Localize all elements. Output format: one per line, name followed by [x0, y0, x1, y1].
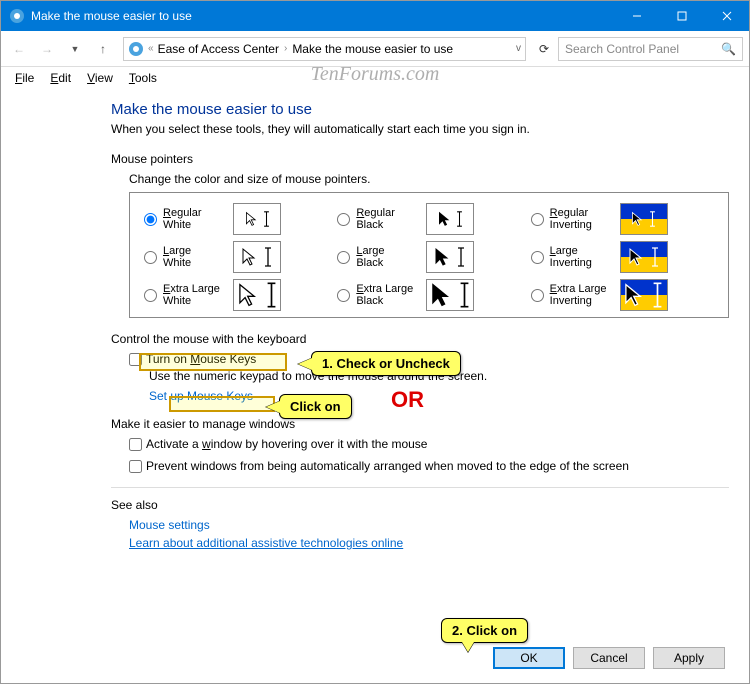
recent-dropdown[interactable]: ▼	[63, 37, 87, 61]
callout-check: 1. Check or Uncheck	[311, 351, 461, 376]
or-text: OR	[391, 387, 424, 413]
dialog-buttons: OK Cancel Apply	[493, 647, 725, 669]
pointer-option[interactable]: LargeWhite	[144, 241, 327, 273]
forward-button[interactable]: →	[35, 37, 59, 61]
pointer-preview	[233, 241, 281, 273]
maximize-button[interactable]	[659, 1, 704, 31]
apply-button[interactable]: Apply	[653, 647, 725, 669]
pointer-option[interactable]: Extra LargeBlack	[337, 279, 520, 311]
menubar: File Edit View Tools	[1, 67, 749, 89]
pointer-option[interactable]: RegularWhite	[144, 203, 327, 235]
window-title: Make the mouse easier to use	[31, 9, 614, 23]
mouse-settings-link[interactable]: Mouse settings	[129, 518, 729, 532]
pointer-preview	[426, 279, 474, 311]
pointer-preview	[426, 203, 474, 235]
pointer-radio[interactable]	[337, 251, 350, 264]
pointer-label: LargeInverting	[550, 245, 614, 269]
pointers-desc: Change the color and size of mouse point…	[129, 172, 729, 186]
pointer-option[interactable]: LargeInverting	[531, 241, 714, 273]
callout-ok: 2. Click on	[441, 618, 528, 643]
pointer-preview	[426, 241, 474, 273]
search-input[interactable]: Search Control Panel 🔍	[558, 37, 743, 61]
titlebar: Make the mouse easier to use	[1, 1, 749, 31]
pointer-radio[interactable]	[531, 289, 544, 302]
cancel-button[interactable]: Cancel	[573, 647, 645, 669]
prevent-arrange-checkbox[interactable]	[129, 460, 142, 473]
menu-view[interactable]: View	[81, 69, 119, 87]
search-icon[interactable]: 🔍	[721, 42, 736, 56]
pointer-preview	[233, 279, 281, 311]
pointer-radio[interactable]	[531, 213, 544, 226]
breadcrumb[interactable]: « Ease of Access Center › Make the mouse…	[123, 37, 526, 61]
content-area: Make the mouse easier to use When you se…	[1, 89, 749, 566]
close-button[interactable]	[704, 1, 749, 31]
pointer-label: RegularWhite	[163, 207, 227, 231]
pointer-label: Extra LargeInverting	[550, 283, 614, 307]
breadcrumb-b[interactable]: Make the mouse easier to use	[292, 42, 453, 56]
hover-activate-checkbox[interactable]	[129, 438, 142, 451]
pointer-preview	[233, 203, 281, 235]
pointer-preview	[620, 279, 668, 311]
menu-tools[interactable]: Tools	[123, 69, 163, 87]
back-button[interactable]: ←	[7, 37, 31, 61]
breadcrumb-dropdown[interactable]: v	[516, 43, 521, 54]
pointer-radio[interactable]	[531, 251, 544, 264]
control-panel-icon	[9, 8, 25, 24]
divider	[111, 487, 729, 488]
search-placeholder: Search Control Panel	[565, 42, 679, 56]
breadcrumb-a[interactable]: Ease of Access Center	[158, 42, 279, 56]
mousekeys-checkbox[interactable]	[129, 353, 142, 366]
pointer-label: LargeBlack	[356, 245, 420, 269]
windows-label: Make it easier to manage windows	[111, 417, 729, 431]
prevent-arrange-label: Prevent windows from being automatically…	[146, 459, 629, 473]
pointer-option[interactable]: Extra LargeInverting	[531, 279, 714, 311]
seealso-label: See also	[111, 498, 729, 512]
refresh-button[interactable]: ⟳	[534, 42, 554, 56]
minimize-button[interactable]	[614, 1, 659, 31]
pointer-radio[interactable]	[144, 213, 157, 226]
up-button[interactable]: ↑	[91, 37, 115, 61]
pointer-label: Extra LargeBlack	[356, 283, 420, 307]
nav-toolbar: ← → ▼ ↑ « Ease of Access Center › Make t…	[1, 31, 749, 67]
pointer-label: RegularBlack	[356, 207, 420, 231]
pointer-radio[interactable]	[337, 213, 350, 226]
mousekeys-label: Turn on Mouse Keys	[146, 352, 256, 366]
menu-file[interactable]: File	[9, 69, 40, 87]
pointers-label: Mouse pointers	[111, 152, 729, 166]
pointer-option[interactable]: LargeBlack	[337, 241, 520, 273]
pointer-preview	[620, 241, 668, 273]
page-heading: Make the mouse easier to use	[111, 101, 729, 118]
pointer-option[interactable]: RegularBlack	[337, 203, 520, 235]
page-subheading: When you select these tools, they will a…	[111, 122, 729, 136]
pointer-label: LargeWhite	[163, 245, 227, 269]
pointer-label: Extra LargeWhite	[163, 283, 227, 307]
pointer-radio[interactable]	[337, 289, 350, 302]
pointer-option[interactable]: RegularInverting	[531, 203, 714, 235]
pointer-option[interactable]: Extra LargeWhite	[144, 279, 327, 311]
pointer-preview	[620, 203, 668, 235]
menu-edit[interactable]: Edit	[44, 69, 77, 87]
ok-button[interactable]: OK	[493, 647, 565, 669]
hover-activate-label: Activate a window by hovering over it wi…	[146, 437, 427, 451]
assistive-tech-link[interactable]: Learn about additional assistive technol…	[129, 536, 729, 550]
pointer-radio[interactable]	[144, 289, 157, 302]
pointer-radio[interactable]	[144, 251, 157, 264]
control-panel-icon	[128, 41, 144, 57]
pointer-box: RegularWhite RegularBlack RegularInverti…	[129, 192, 729, 318]
keyboard-label: Control the mouse with the keyboard	[111, 332, 729, 346]
callout-clicklink: Click on	[279, 394, 352, 419]
pointer-label: RegularInverting	[550, 207, 614, 231]
setup-mousekeys-link[interactable]: Set up Mouse Keys	[149, 389, 729, 403]
